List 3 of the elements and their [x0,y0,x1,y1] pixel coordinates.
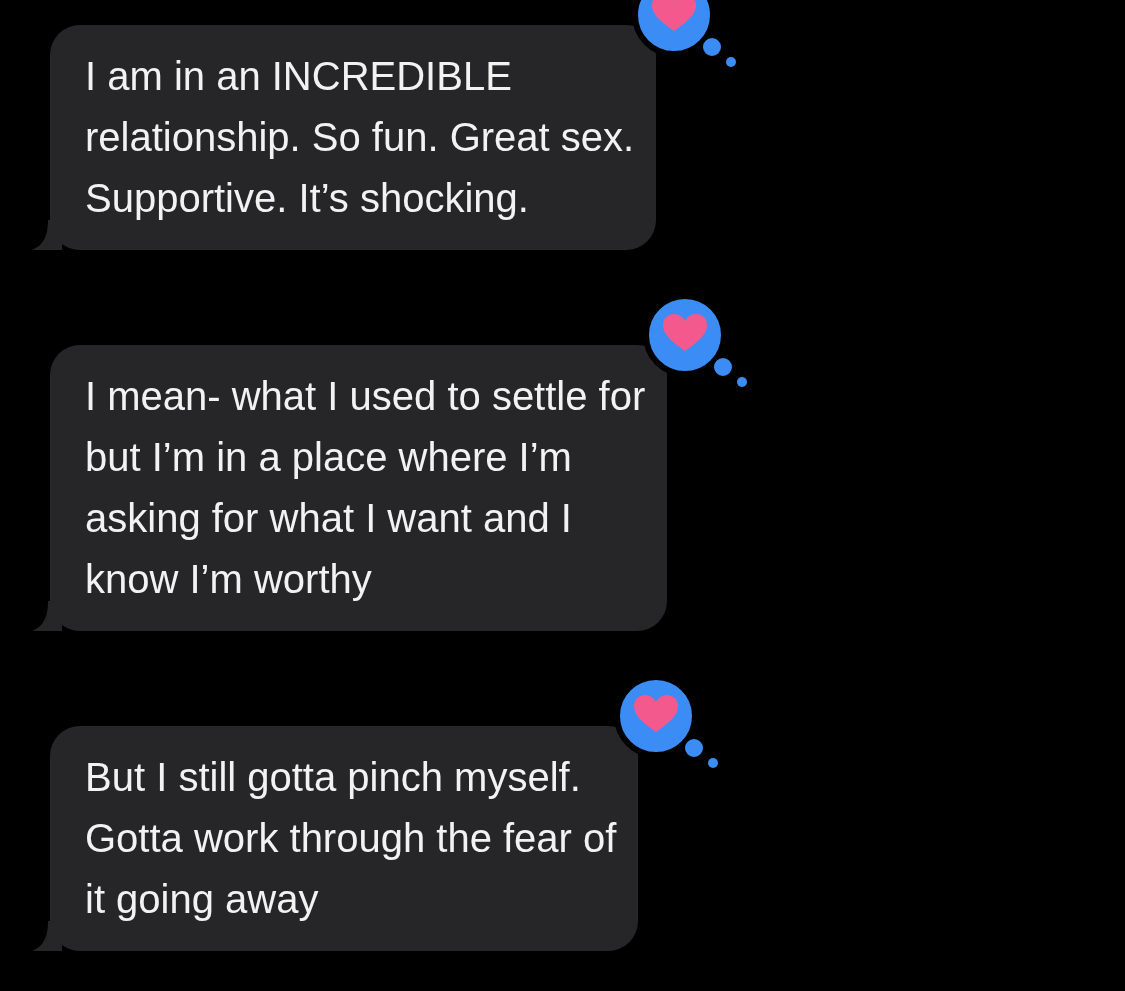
message-text: But I still gotta pinch myself. Gotta work through the fear of it going away [85,754,617,923]
message-text: I mean- what I used to settle for but I’m in a place where I’m asking for what I want and I know I’m worthy [85,373,646,603]
message-text: I am in an INCREDIBLE relationship. So fun. Great sex. Supportive. It’s shocking. [85,53,635,222]
